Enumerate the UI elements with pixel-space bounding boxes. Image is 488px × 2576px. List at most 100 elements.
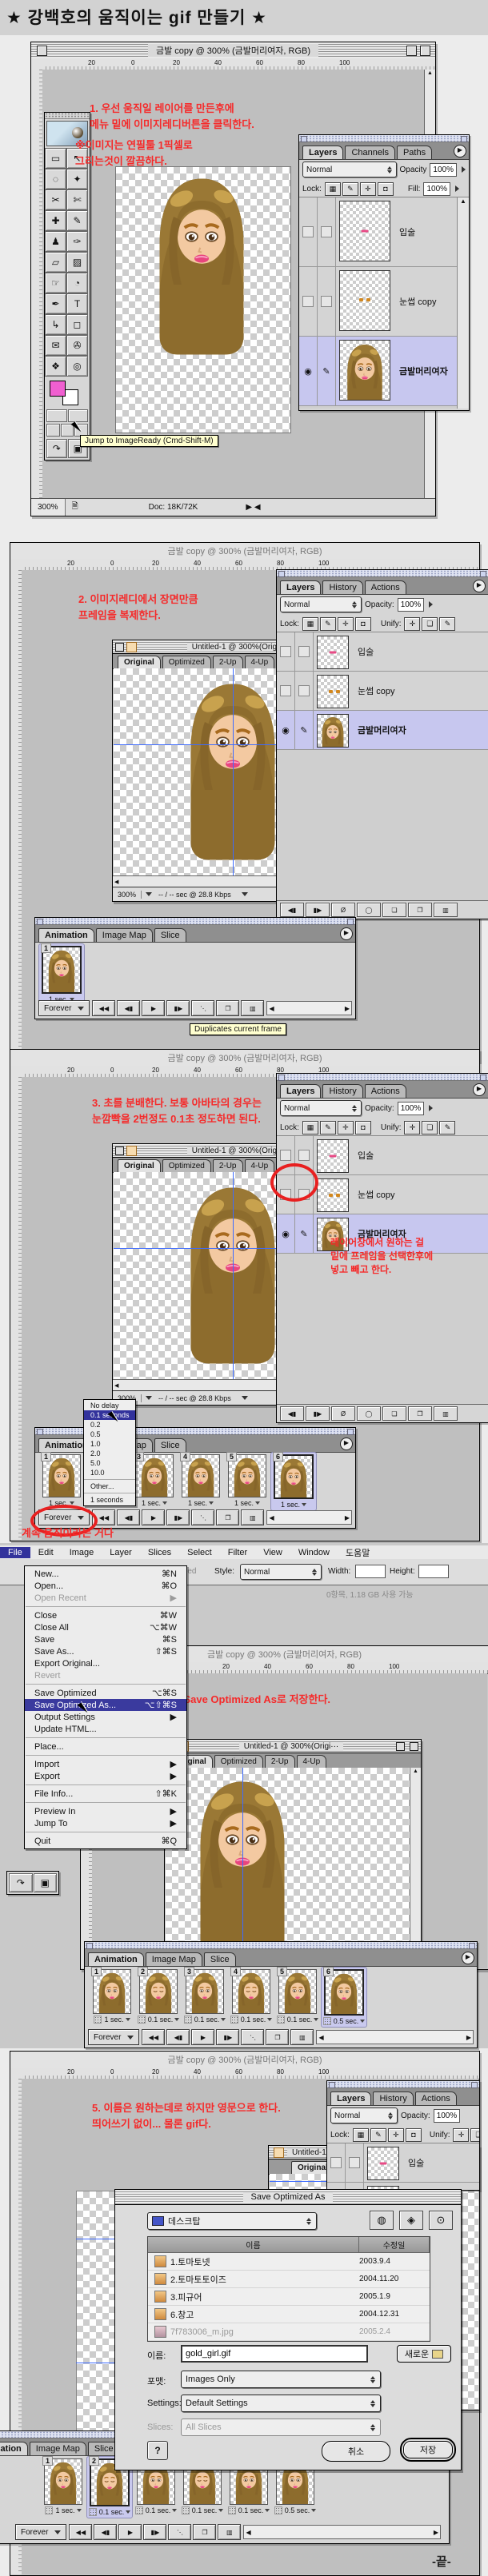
quickmask-mode-button[interactable] — [68, 409, 89, 422]
crop-tool[interactable]: ✂ — [45, 189, 66, 210]
frame-scrollbar[interactable]: ◀▶ — [316, 2030, 474, 2044]
lock-toggle-icon[interactable]: ✛ — [338, 617, 354, 631]
palette-drag-bar[interactable] — [35, 918, 355, 925]
lock-toggle-icon[interactable]: ✛ — [360, 182, 376, 196]
backward-button[interactable]: ◀▮ — [117, 1509, 140, 1525]
palette-tab[interactable]: History — [322, 1084, 362, 1098]
delete-frame-button[interactable]: ▥ — [218, 2524, 241, 2540]
download-time[interactable]: -- / -- sec @ 28.8 Kbps — [152, 1394, 238, 1402]
tween-button[interactable]: ⋱ — [168, 2524, 191, 2540]
layer-thumbnail[interactable] — [317, 636, 349, 669]
loop-dropdown[interactable]: Forever — [38, 1000, 90, 1016]
frame-thumbnail[interactable] — [42, 946, 82, 994]
next-state-button[interactable]: ▮▶ — [306, 903, 330, 917]
prev-state-button[interactable]: ◀▮ — [280, 1406, 304, 1421]
animation-frame[interactable]: 2 — [136, 1968, 181, 2027]
delay-menu-item[interactable]: 5.0 — [84, 1458, 135, 1468]
animation-frame[interactable]: 1 — [39, 944, 84, 1005]
animation-frame[interactable]: 1 — [39, 1453, 84, 1510]
document-tab[interactable]: 2-Up — [213, 1159, 243, 1172]
menu-bar-item[interactable]: 도움말 — [338, 1545, 378, 1560]
height-field[interactable] — [418, 1565, 449, 1578]
vertical-scrollbar[interactable]: ▲ — [410, 1768, 421, 1943]
notes-tool[interactable]: ✉ — [45, 335, 66, 356]
settings-dropdown[interactable]: Default Settings — [181, 2395, 381, 2412]
collapse-box-icon[interactable] — [410, 1742, 418, 1751]
duplicate-frame-button[interactable]: ❐ — [216, 1509, 239, 1525]
delete-layer-button[interactable]: ▥ — [434, 903, 458, 917]
document-tab[interactable]: Original — [118, 656, 161, 668]
lock-toggle-icon[interactable]: ◘ — [378, 182, 394, 196]
document-tab[interactable]: Optimized — [162, 656, 211, 668]
menu-bar-item[interactable]: Window — [290, 1547, 338, 1558]
palette-tab[interactable]: Layers — [330, 2092, 371, 2105]
delay-menu-item[interactable]: 0.5 — [84, 1430, 135, 1439]
lock-toggle-icon[interactable]: ▦ — [302, 1121, 318, 1134]
palette-tab[interactable]: Paths — [397, 146, 432, 159]
filename-input[interactable] — [181, 2345, 368, 2363]
animation-frame[interactable]: 5 — [275, 1968, 320, 2027]
frame-scrollbar[interactable]: ◀▶ — [266, 1001, 352, 1015]
delay-menu-item[interactable]: 0.2 — [84, 1420, 135, 1430]
lock-toggle-icon[interactable]: ▦ — [353, 2128, 369, 2142]
layer-row[interactable]: ◉ ✎ 눈썹 copy — [299, 267, 469, 337]
blend-mode-dropdown[interactable]: Normal — [280, 1100, 362, 1116]
menu-bar-item[interactable]: Image — [62, 1547, 102, 1558]
first-frame-button[interactable]: ◀◀ — [142, 2029, 165, 2045]
unify-toggle-icon[interactable]: ❏ — [422, 1121, 438, 1134]
document-tab[interactable]: 2-Up — [265, 1755, 295, 1768]
width-field[interactable] — [355, 1565, 386, 1578]
palette-menu-icon[interactable]: ▶ — [462, 1952, 474, 1964]
document-tab[interactable]: Optimized — [162, 1159, 211, 1172]
document-tab[interactable]: Optimized — [214, 1755, 263, 1768]
tween-button[interactable]: ⋱ — [241, 2029, 264, 2045]
forward-button[interactable]: ▮▶ — [166, 1509, 190, 1525]
zoom-box-icon[interactable] — [406, 46, 417, 56]
forward-button[interactable]: ▮▶ — [166, 1000, 190, 1016]
first-frame-button[interactable]: ◀◀ — [69, 2524, 92, 2540]
palette-tab[interactable]: Layers — [302, 146, 343, 159]
palette-tab[interactable]: Channels — [345, 146, 394, 159]
delete-frame-button[interactable]: ▥ — [290, 2029, 314, 2045]
opacity-field[interactable]: 100% — [398, 598, 425, 612]
layer-mask-button[interactable]: ◯ — [357, 1406, 381, 1421]
animation-frame[interactable]: 1 — [90, 1968, 134, 2027]
file-menu-item[interactable]: Output Settings ▶ — [25, 1711, 186, 1723]
frame-delay-dropdown[interactable]: 0.1 sec. — [89, 2508, 131, 2516]
dodge-tool[interactable]: ◔ — [66, 273, 88, 293]
frame-scrollbar[interactable]: ◀▶ — [243, 2525, 441, 2539]
jump-to-photoshop-icon[interactable]: ↷ — [46, 439, 67, 458]
frame-delay-dropdown[interactable]: 1 sec. — [45, 2506, 81, 2514]
menu-bar-item[interactable]: File — [0, 1547, 30, 1558]
palette-scrollbar[interactable]: ▲ — [457, 197, 469, 409]
lock-toggle-icon[interactable]: ◘ — [355, 1121, 371, 1134]
frame-delay-dropdown[interactable]: 0.1 sec. — [135, 2506, 178, 2514]
file-menu-item[interactable] — [26, 1784, 186, 1785]
tween-button[interactable]: ⋱ — [191, 1000, 214, 1016]
palette-grab-bar[interactable] — [45, 113, 90, 119]
animation-frame[interactable]: 3 — [182, 1968, 227, 2027]
delete-frame-button[interactable]: ▥ — [241, 1509, 264, 1525]
layer-mask-button[interactable]: ◯ — [357, 903, 381, 917]
layer-thumbnail[interactable] — [339, 201, 390, 261]
jump-to-imageready-icon[interactable]: ▣ — [34, 1873, 58, 1892]
animation-frame[interactable]: 3 — [132, 1453, 177, 1510]
new-layer-button[interactable]: ❐ — [408, 903, 432, 917]
unify-toggle-icon[interactable]: ❏ — [422, 617, 438, 631]
file-menu-item[interactable]: Export ▶ — [25, 1770, 186, 1782]
next-state-button[interactable]: ▮▶ — [306, 1406, 330, 1421]
palette-tab[interactable]: Animation — [0, 2442, 28, 2455]
layer-thumbnail[interactable] — [339, 270, 390, 331]
palette-tab[interactable]: History — [322, 580, 362, 594]
layer-name[interactable]: 입술 — [352, 632, 374, 671]
magic-wand-tool[interactable]: ✦ — [66, 169, 88, 189]
close-box-icon[interactable] — [37, 46, 47, 56]
window-titlebar[interactable]: 금발 copy @ 300% (금발머리여자, RGB) — [31, 42, 435, 59]
recents-icon[interactable]: ⊙ — [429, 2211, 453, 2230]
lock-toggle-icon[interactable]: ✎ — [320, 617, 336, 631]
layer-thumbnail[interactable] — [367, 2147, 399, 2180]
frame-delay-dropdown[interactable]: 0.1 sec. — [277, 2016, 319, 2024]
delay-menu-item[interactable]: 1.0 — [84, 1439, 135, 1449]
file-menu-item[interactable] — [26, 1606, 186, 1607]
frame-delay-dropdown[interactable]: 1 sec. — [94, 2016, 130, 2024]
